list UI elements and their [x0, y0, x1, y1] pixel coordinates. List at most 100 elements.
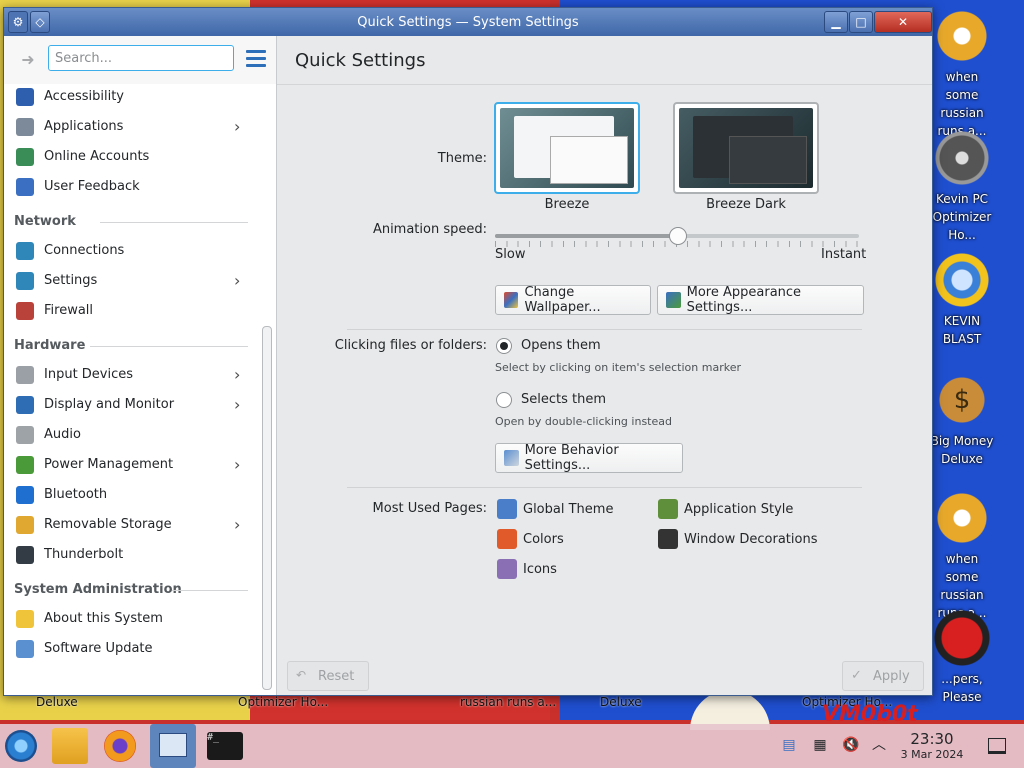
opens-them-label[interactable]: Opens them: [521, 338, 601, 353]
desktop-icon-kevin-blast[interactable]: KEVIN BLAST: [930, 252, 994, 348]
sidebar-item-about-this-system[interactable]: About this System: [4, 604, 260, 634]
expand-tray-icon[interactable]: ︿: [870, 736, 888, 754]
more-appearance-label: More Appearance Settings...: [686, 285, 802, 315]
clock-date: 3 Mar 2024: [900, 748, 964, 761]
sidebar-item-thunderbolt[interactable]: Thunderbolt: [4, 540, 260, 570]
most-used-window-decorations[interactable]: Window Decorations: [658, 528, 818, 550]
selects-them-radio[interactable]: [496, 392, 512, 408]
sidebar-item-power-management[interactable]: Power Management ›: [4, 450, 260, 480]
sidebar-item-firewall[interactable]: Firewall: [4, 296, 260, 326]
terminal-icon[interactable]: #_: [207, 732, 243, 760]
firewall-icon: [16, 302, 34, 320]
sidebar-item-removable-storage[interactable]: Removable Storage ›: [4, 510, 260, 540]
sidebar-item-online-accounts[interactable]: Online Accounts: [4, 142, 260, 172]
file-manager-icon[interactable]: [52, 728, 88, 764]
wallpaper-icon: [504, 292, 519, 308]
desktop-icon-big-money[interactable]: $ Big Money Deluxe: [930, 372, 994, 468]
most-used-icons[interactable]: Icons: [497, 558, 557, 580]
sidebar-item-settings[interactable]: Settings ›: [4, 266, 260, 296]
hamburger-menu-icon[interactable]: [246, 50, 266, 68]
selects-them-label[interactable]: Selects them: [521, 392, 606, 407]
sidebar-item-label: Online Accounts: [44, 149, 150, 164]
search-input[interactable]: [48, 45, 234, 71]
most-used-global-theme[interactable]: Global Theme: [497, 498, 613, 520]
sidebar-item-software-update[interactable]: Software Update: [4, 634, 260, 664]
desktop-icon-russian[interactable]: when some russian runs a...: [930, 8, 994, 140]
more-behavior-button[interactable]: More Behavior Settings...: [495, 443, 683, 473]
most-used-label: Window Decorations: [684, 531, 818, 547]
desktop-strip-label[interactable]: Deluxe: [36, 695, 78, 709]
apply-button[interactable]: ✓ Apply: [842, 661, 924, 691]
sidebar-item-bluetooth[interactable]: Bluetooth: [4, 480, 260, 510]
close-button[interactable]: ✕: [874, 11, 932, 33]
sidebar-item-label: Removable Storage: [44, 517, 172, 532]
sidebar-item-accessibility[interactable]: Accessibility: [4, 82, 260, 112]
accessibility-icon: [16, 88, 34, 106]
notes-icon[interactable]: ▦: [811, 736, 829, 754]
sidebar-scrollbar[interactable]: [262, 326, 272, 690]
software-update-icon: [16, 640, 34, 658]
colors-icon: [497, 529, 517, 549]
slider-min-label: Slow: [495, 247, 526, 262]
section-divider: [347, 329, 862, 330]
reset-button[interactable]: ↶ Reset: [287, 661, 369, 691]
user-feedback-icon: [16, 178, 34, 196]
desktop-icon-label: KEVIN BLAST: [942, 314, 982, 346]
gear-icon: [934, 490, 990, 546]
clock[interactable]: 23:30 3 Mar 2024: [896, 730, 968, 761]
desktop-strip-label[interactable]: russian runs a...: [460, 695, 556, 709]
most-used-colors[interactable]: Colors: [497, 528, 564, 550]
sidebar-item-label: User Feedback: [44, 179, 140, 194]
window-titlebar[interactable]: ⚙ ◇ Quick Settings — System Settings ▁ □…: [4, 8, 932, 36]
theme-name-breeze: Breeze: [544, 197, 590, 212]
about-icon: [16, 610, 34, 628]
opens-them-radio[interactable]: [496, 338, 512, 354]
desktop-icon-kevin-pc[interactable]: Kevin PC Optimizer Ho...: [930, 130, 994, 244]
sidebar-item-connections[interactable]: Connections: [4, 236, 260, 266]
sidebar-item-label: Firewall: [44, 303, 94, 318]
sidebar-item-display-and-monitor[interactable]: Display and Monitor ›: [4, 390, 260, 420]
system-settings-task-icon[interactable]: [150, 724, 196, 768]
clipboard-icon[interactable]: ▤: [780, 736, 798, 754]
sidebar-section-header: System Administration: [4, 570, 260, 604]
selects-them-hint: Open by double-clicking instead: [495, 415, 672, 428]
show-desktop-icon[interactable]: [988, 738, 1006, 754]
sidebar-item-label: Bluetooth: [44, 487, 108, 502]
theme-card-breeze-dark[interactable]: [673, 102, 819, 194]
sidebar-item-label: Accessibility: [44, 89, 124, 104]
most-used-label: Icons: [523, 561, 557, 577]
desktop-icon-russian-2[interactable]: when some russian runs a...: [930, 490, 994, 622]
gear-icon: [934, 8, 990, 64]
sidebar-item-user-feedback[interactable]: User Feedback: [4, 172, 260, 202]
sidebar-item-applications[interactable]: Applications ›: [4, 112, 260, 142]
section-title: System Administration: [14, 582, 182, 597]
minimize-button[interactable]: ▁: [824, 11, 848, 33]
apply-label: Apply: [873, 668, 910, 684]
maximize-button[interactable]: □: [849, 11, 873, 33]
desktop-icon-papers[interactable]: ...pers, Please: [930, 610, 994, 706]
online-accounts-icon: [16, 148, 34, 166]
more-appearance-button[interactable]: More Appearance Settings...: [657, 285, 864, 315]
start-menu-icon[interactable]: [5, 730, 37, 762]
firefox-icon[interactable]: [104, 730, 136, 762]
sidebar-item-label: Settings: [44, 273, 98, 288]
gauge-icon: [934, 130, 990, 186]
desktop-strip-label[interactable]: Optimizer Ho...: [238, 695, 328, 709]
back-icon[interactable]: ➜: [18, 50, 38, 70]
sidebar-item-label: Audio: [44, 427, 81, 442]
desktop-strip-label[interactable]: Deluxe: [600, 695, 642, 709]
sidebar-item-input-devices[interactable]: Input Devices ›: [4, 360, 260, 390]
change-wallpaper-button[interactable]: Change Wallpaper...: [495, 285, 651, 315]
sidebar: ➜ Accessibility Applications › Online Accou…: [4, 36, 277, 695]
sidebar-section-header: Hardware: [4, 326, 260, 360]
slider-handle[interactable]: [669, 227, 687, 245]
desktop-icon-label: when some russian runs a...: [937, 70, 987, 138]
section-title: Network: [14, 214, 76, 229]
most-used-label: Application Style: [684, 501, 794, 517]
desktop-icon-label: Big Money Deluxe: [930, 434, 994, 466]
theme-card-breeze[interactable]: [494, 102, 640, 194]
volume-muted-icon[interactable]: 🔇: [842, 736, 860, 754]
sidebar-item-audio[interactable]: Audio: [4, 420, 260, 450]
most-used-application-style[interactable]: Application Style: [658, 498, 793, 520]
section-divider: [347, 487, 862, 488]
